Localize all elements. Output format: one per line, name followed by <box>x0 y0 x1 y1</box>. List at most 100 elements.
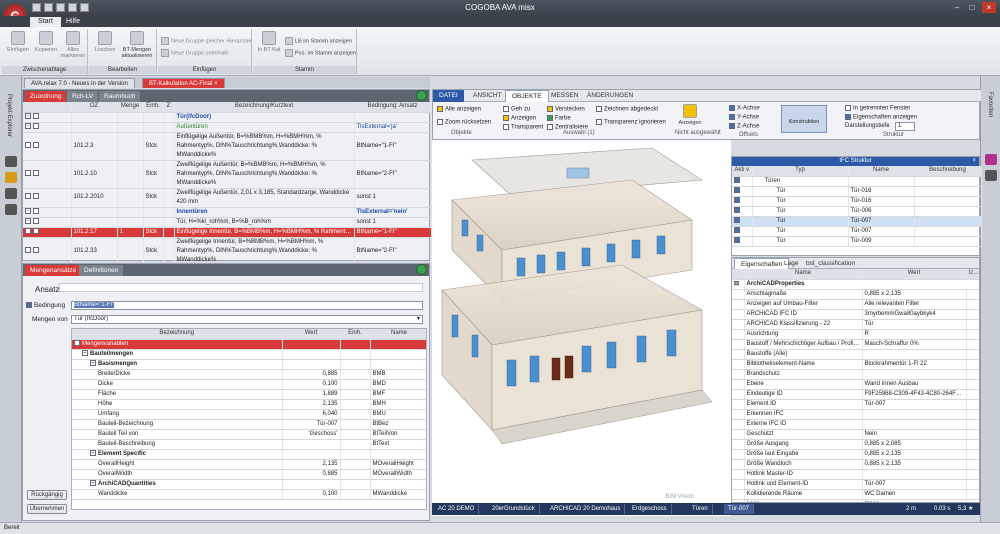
close-icon[interactable]: × <box>972 157 976 166</box>
col-aktiv[interactable]: Akti v <box>732 166 753 177</box>
quantity-row[interactable]: Wanddicke 0,100 MWanddicke <box>72 489 426 500</box>
checkbox-icon[interactable] <box>33 207 39 214</box>
separate-window-checkbox[interactable]: In getrennten Fenster <box>845 105 910 112</box>
select-all-button[interactable]: Alles markieren <box>59 31 87 59</box>
quantity-row[interactable]: Bauteil-Bezeichnung Tür-007 BtBez <box>72 419 426 430</box>
x-axis-checkbox[interactable]: X-Achse <box>729 105 760 112</box>
assignment-row[interactable]: 101.2.33 Stck Zweiflügelige Innentür, B=%B… <box>23 237 432 266</box>
goto-button[interactable]: Geh zu <box>503 106 530 113</box>
open-icon[interactable] <box>44 3 53 12</box>
color-button[interactable]: Farbe <box>547 115 571 122</box>
draw-covered-checkbox[interactable]: Zeichnen abgedeckt <box>596 106 658 113</box>
viewer-tab-datei[interactable]: DATEI <box>433 90 464 102</box>
assignment-row[interactable]: − Tür, H=%ki_roh%m, B=%B_roh%m sonst 1 <box>23 217 432 228</box>
property-row[interactable]: Größe Ausgang 0,885 x 2,085 <box>732 439 979 450</box>
bedingung-input[interactable]: BtName="1-FI" <box>71 301 423 310</box>
expand-icon[interactable] <box>25 193 31 200</box>
mengen-von-select[interactable]: Tür (IfcDoor) ▾ <box>71 315 423 324</box>
tab-zuordnung[interactable]: Zuordnung <box>25 91 67 102</box>
show-properties-checkbox[interactable]: Eigenschaften anzeigen <box>845 114 917 121</box>
quantity-row[interactable]: Bauteil Teil von 'Geschoss' BtTeilVon <box>72 429 426 440</box>
refresh-icon[interactable] <box>416 90 427 101</box>
assignment-row[interactable]: 101.2.3 Stck Einflügelige Außentür, B=%BMB… <box>23 132 432 161</box>
tab-raumbuch[interactable]: Raumbuch <box>99 91 141 102</box>
y-axis-checkbox[interactable]: Y-Achse <box>729 114 759 121</box>
property-row[interactable]: Baustoff / Mehrschichtiger Aufbau / Prof… <box>732 339 979 350</box>
collapse-icon[interactable]: − <box>74 339 80 346</box>
expand-icon[interactable]: − <box>25 122 31 129</box>
viewer-tab-messen[interactable]: MESSEN <box>545 90 584 102</box>
show-unselected-button[interactable]: Anzeigen <box>675 104 705 126</box>
property-row[interactable]: ARCHICAD IFC ID 3myrbemmGwa80aybkyk4 <box>732 309 979 320</box>
ignore-transparency-checkbox[interactable]: Transparenz ignorieren <box>596 119 666 126</box>
maximize-icon[interactable]: □ <box>965 2 979 13</box>
checkbox-icon[interactable] <box>33 169 39 176</box>
active-cell[interactable] <box>732 236 753 247</box>
minimize-icon[interactable]: – <box>950 2 964 13</box>
viewer-tab-ansicht[interactable]: ANSICHT <box>467 90 508 102</box>
favorites-label[interactable]: Favoriten <box>987 92 993 117</box>
paste-button[interactable]: Einfügen <box>4 31 32 53</box>
show-all-button[interactable]: Alle anzeigen <box>437 106 481 113</box>
checkbox-icon[interactable] <box>734 176 740 183</box>
property-row[interactable]: Hotlink Master-ID <box>732 469 979 480</box>
expand-icon[interactable]: − <box>25 207 31 214</box>
new-group-same-level-button[interactable]: Neue Gruppe gleicher Hierarchie <box>161 37 251 45</box>
viewer-tab-aenderungen[interactable]: ÄNDERUNGEN <box>581 90 639 102</box>
quantity-row[interactable]: − Basismengen <box>72 359 426 370</box>
reset-zoom-button[interactable]: Zoom rücksetzen <box>437 119 491 126</box>
active-cell[interactable] <box>732 196 753 207</box>
checkbox-icon[interactable] <box>33 141 39 148</box>
apply-button[interactable]: Übernehmen <box>27 504 67 514</box>
breadcrumb-item[interactable]: 20erGrundstück <box>488 504 540 514</box>
doc-tab-bt-kalkulation[interactable]: BT-Kalkulation AC-Final × <box>142 78 225 88</box>
col-name[interactable]: Name <box>370 329 426 340</box>
quantity-row[interactable]: − ArchiCADQuantities <box>72 479 426 490</box>
checkbox-icon[interactable] <box>734 196 740 203</box>
ifc-row[interactable]: Tür Tür-009 <box>732 236 982 247</box>
breadcrumb-item[interactable]: Erdgeschoss <box>628 504 672 514</box>
new-icon[interactable] <box>32 3 41 12</box>
active-cell[interactable] <box>732 226 753 237</box>
copy-button[interactable]: Kopieren <box>32 31 60 53</box>
property-row[interactable]: Eindeutige ID F9F25968-C309-4F43-4C80-264… <box>732 389 979 400</box>
property-row[interactable]: Baustoffe (Alle) <box>732 349 979 360</box>
ifc-row[interactable]: Türen <box>732 176 982 187</box>
col-z[interactable]: Z <box>163 102 175 113</box>
col-prop-value[interactable]: Wert <box>862 269 967 280</box>
checkbox-icon[interactable] <box>734 236 740 243</box>
col-typ[interactable]: Typ <box>752 166 849 177</box>
col-text[interactable]: Bezeichnung/Kurztext <box>174 102 355 113</box>
property-row[interactable]: Ebene Wand Innen Ausbau <box>732 379 979 390</box>
property-row[interactable]: Anschlagmaße 0,885 x 2,135 <box>732 289 979 300</box>
tree-cell[interactable]: − <box>23 122 72 133</box>
bookmark-icon[interactable] <box>985 170 997 181</box>
property-row[interactable]: Anzeigen auf Umbau-Filter Alle relevanten… <box>732 299 979 310</box>
col-menge[interactable]: Menge <box>117 102 144 113</box>
ifc-row[interactable]: Tür Tür-007 <box>732 226 982 237</box>
collapse-icon[interactable]: − <box>90 359 96 366</box>
save-icon[interactable] <box>56 3 65 12</box>
checkbox-icon[interactable] <box>33 227 39 234</box>
property-row[interactable]: Brandschutz <box>732 369 979 380</box>
warning-icon[interactable] <box>5 172 17 183</box>
delete-button[interactable]: Löschen <box>91 31 119 53</box>
breadcrumb-item[interactable]: Tür-007 <box>724 504 755 514</box>
3d-viewport[interactable]: BIM Vision <box>432 140 731 516</box>
tree-cell[interactable] <box>23 188 72 208</box>
quantity-row[interactable]: − Mengenvariablen <box>72 339 426 350</box>
property-row[interactable]: ARCHICAD Klassifizierung - 22 Tür <box>732 319 979 330</box>
property-row[interactable]: Größe laut Eingabe 0,885 x 2,135 <box>732 449 979 460</box>
checkbox-icon[interactable] <box>734 226 740 233</box>
breadcrumb-item[interactable]: ARCHICAD 20 Demohaus <box>546 504 626 514</box>
depth-input[interactable]: 1 <box>895 122 915 131</box>
in-bt-kat-button[interactable]: In BT Kat <box>255 31 283 53</box>
tab-hilfe[interactable]: Hilfe <box>58 17 88 27</box>
redo-icon[interactable] <box>80 3 89 12</box>
checkbox-icon[interactable] <box>33 246 39 253</box>
quantity-row[interactable]: OverallWidth 0,885 MOverallWidth <box>72 469 426 480</box>
ifc-row[interactable]: Tür Tür-016 <box>732 196 982 207</box>
assignment-row[interactable]: 101.2.2010 Stck Zweiflügelige Außentür, 2,… <box>23 188 432 208</box>
viewer-tab-objekte[interactable]: OBJEKTE <box>505 90 549 102</box>
checkbox-icon[interactable] <box>734 186 740 193</box>
